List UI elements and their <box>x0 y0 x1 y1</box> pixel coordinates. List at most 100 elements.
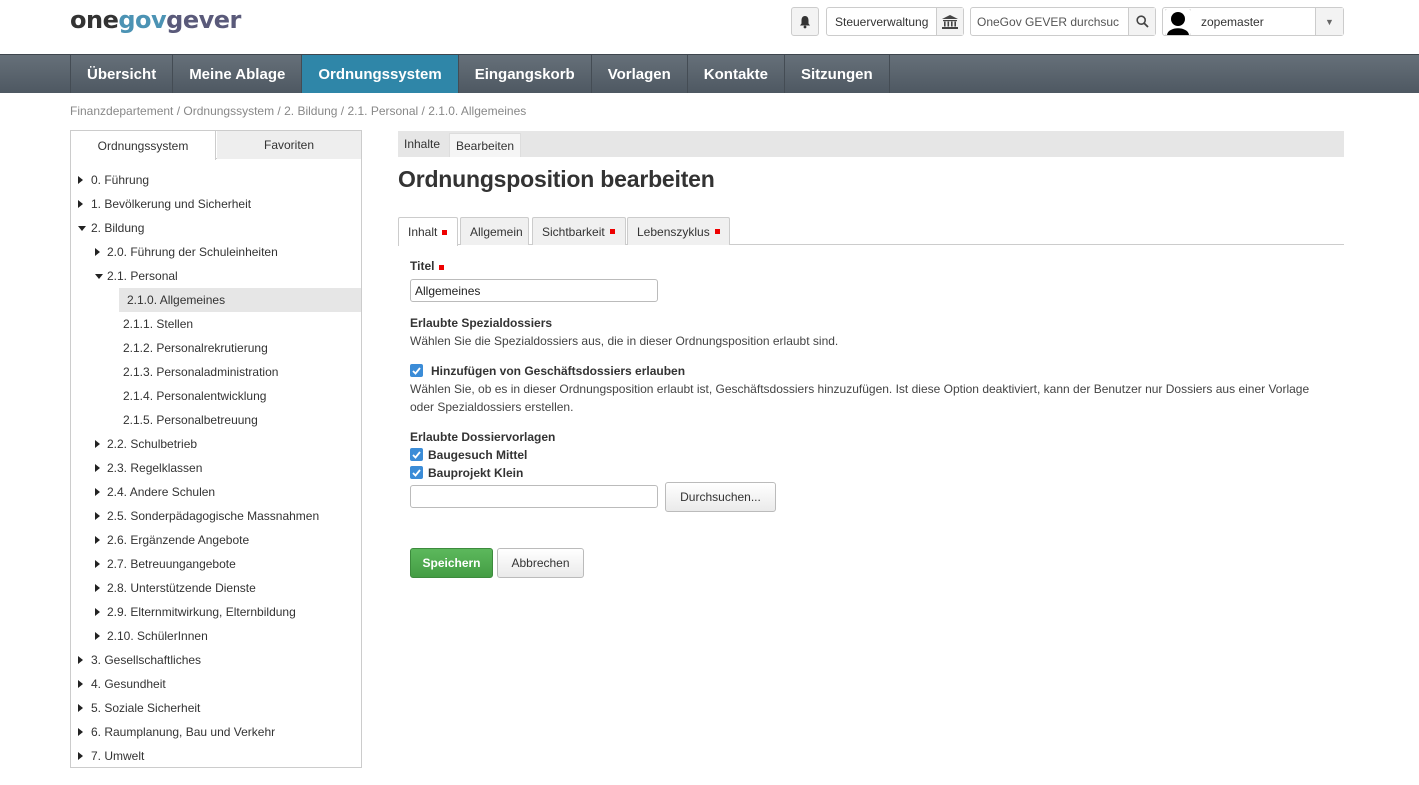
nav-ordnungssystem[interactable]: Ordnungssystem <box>302 55 459 93</box>
caret-right-icon[interactable] <box>95 512 100 520</box>
caret-right-icon[interactable] <box>95 632 100 640</box>
nav-kontakte[interactable]: Kontakte <box>688 55 785 93</box>
geschaeftsdossiers-help: Wählen Sie, ob es in dieser Ordnungsposi… <box>410 380 1330 416</box>
tree-node-label: 4. Gesundheit <box>91 677 166 691</box>
caret-down-icon[interactable] <box>78 226 86 231</box>
required-marker <box>439 265 445 270</box>
caret-right-icon[interactable] <box>95 464 100 472</box>
tree-node[interactable]: 2.1.4. Personalentwicklung <box>71 384 361 408</box>
tree-panel: Ordnungssystem Favoriten 0. Führung 1. Be… <box>70 130 362 768</box>
nav-eingangskorb[interactable]: Eingangskorb <box>459 55 592 93</box>
tree-node[interactable]: 5. Soziale Sicherheit <box>71 696 361 720</box>
tree-node[interactable]: 2. Bildung <box>71 216 361 240</box>
tab-inhalte[interactable]: Inhalte <box>398 131 446 157</box>
caret-right-icon[interactable] <box>78 200 83 208</box>
tree-node[interactable]: 2.1.2. Personalrekrutierung <box>71 336 361 360</box>
avatar <box>1165 8 1191 35</box>
tree-node[interactable]: 2.1.1. Stellen <box>71 312 361 336</box>
tree-node[interactable]: 2.9. Elternmitwirkung, Elternbildung <box>71 600 361 624</box>
tab-lebenszyklus[interactable]: Lebenszyklus <box>627 217 730 245</box>
search-button[interactable] <box>1128 8 1155 35</box>
tree-node[interactable]: 1. Bevölkerung und Sicherheit <box>71 192 361 216</box>
caret-right-icon[interactable] <box>78 752 83 760</box>
user-menu[interactable]: zopemaster ▼ <box>1162 7 1344 36</box>
browse-button[interactable]: Durchsuchen... <box>665 482 776 512</box>
tab-sichtbarkeit[interactable]: Sichtbarkeit <box>532 217 626 245</box>
nav-uebersicht[interactable]: Übersicht <box>71 55 174 93</box>
onegov-logo[interactable]: onegovgever <box>70 6 241 34</box>
checkmark-icon <box>412 366 421 375</box>
org-unit-selector[interactable]: Steuerverwaltung <box>826 7 964 36</box>
tree-node-label: 2.3. Regelklassen <box>107 461 203 475</box>
caret-right-icon[interactable] <box>95 440 100 448</box>
notifications-button[interactable] <box>791 7 819 36</box>
tree-node[interactable]: 2.1.5. Personalbetreuung <box>71 408 361 432</box>
nav-meine-ablage[interactable]: Meine Ablage <box>173 55 303 93</box>
user-name: zopemaster <box>1201 14 1264 29</box>
tree-node[interactable]: 2.5. Sonderpädagogische Massnahmen <box>71 504 361 528</box>
titel-input[interactable] <box>410 279 658 302</box>
tab-allgemein[interactable]: Allgemein <box>460 217 529 245</box>
tree-node-label: 2.9. Elternmitwirkung, Elternbildung <box>107 605 296 619</box>
caret-right-icon[interactable] <box>78 656 83 664</box>
vorlage-bauprojekt-label[interactable]: Bauprojekt Klein <box>428 466 523 480</box>
cancel-button[interactable]: Abbrechen <box>497 548 584 578</box>
tree-node-label: 2.0. Führung der Schuleinheiten <box>107 245 278 259</box>
required-marker <box>609 229 615 234</box>
nav-vorlagen[interactable]: Vorlagen <box>592 55 688 93</box>
tree-node[interactable]: 2.8. Unterstützende Dienste <box>71 576 361 600</box>
tab-label: Lebenszyklus <box>637 224 710 239</box>
tree-node[interactable]: 2.1. Personal <box>71 264 361 288</box>
caret-right-icon[interactable] <box>95 584 100 592</box>
tree-node[interactable]: 2.6. Ergänzende Angebote <box>71 528 361 552</box>
tree-node[interactable]: 2.10. SchülerInnen <box>71 624 361 648</box>
tree-node[interactable]: 0. Führung <box>71 168 361 192</box>
save-button[interactable]: Speichern <box>410 548 493 578</box>
tree-node[interactable]: 2.1.0. Allgemeines <box>119 288 361 312</box>
tab-favoriten[interactable]: Favoriten <box>217 131 361 159</box>
caret-right-icon[interactable] <box>78 176 83 184</box>
titel-label: Titel <box>410 259 445 273</box>
search-icon <box>1135 15 1149 28</box>
vorlage-bauprojekt-checkbox[interactable] <box>410 466 423 479</box>
caret-right-icon[interactable] <box>78 704 83 712</box>
caret-right-icon[interactable] <box>95 248 100 256</box>
tab-bearbeiten[interactable]: Bearbeiten <box>449 133 522 157</box>
caret-right-icon[interactable] <box>95 536 100 544</box>
vorlage-baugesuch-checkbox[interactable] <box>410 448 423 461</box>
caret-right-icon[interactable] <box>95 560 100 568</box>
tree-node-label: 2.1.4. Personalentwicklung <box>123 389 267 403</box>
geschaeftsdossiers-label[interactable]: Hinzufügen von Geschäftsdossiers erlaube… <box>431 364 685 378</box>
nav-sitzungen[interactable]: Sitzungen <box>785 55 890 93</box>
tree-node[interactable]: 4. Gesundheit <box>71 672 361 696</box>
tree-node[interactable]: 6. Raumplanung, Bau und Verkehr <box>71 720 361 744</box>
tree-node[interactable]: 2.1.3. Personaladministration <box>71 360 361 384</box>
tree-node[interactable]: 2.4. Andere Schulen <box>71 480 361 504</box>
tree-node[interactable]: 7. Umwelt <box>71 744 361 768</box>
search-input[interactable] <box>971 8 1128 35</box>
vorlage-baugesuch-label[interactable]: Baugesuch Mittel <box>428 448 527 462</box>
required-marker <box>442 229 448 235</box>
help-line: Wählen Sie, ob es in dieser Ordnungsposi… <box>410 382 1310 396</box>
tab-ordnungssystem[interactable]: Ordnungssystem <box>71 131 216 160</box>
caret-right-icon[interactable] <box>78 728 83 736</box>
tree-node-label: 5. Soziale Sicherheit <box>91 701 201 715</box>
tree-node[interactable]: 2.0. Führung der Schuleinheiten <box>71 240 361 264</box>
tree-node-label: 2.1.2. Personalrekrutierung <box>123 341 268 355</box>
logo-part-one: one <box>70 6 119 34</box>
chevron-down-icon: ▼ <box>1315 8 1343 35</box>
tree-node[interactable]: 2.2. Schulbetrieb <box>71 432 361 456</box>
dossiervorlage-search-input[interactable] <box>410 485 658 508</box>
caret-right-icon[interactable] <box>95 608 100 616</box>
geschaeftsdossiers-checkbox[interactable] <box>410 364 423 377</box>
main-navigation: Übersicht Meine Ablage Ordnungssystem Ei… <box>0 54 1419 93</box>
tree-node[interactable]: 2.3. Regelklassen <box>71 456 361 480</box>
tab-inhalt[interactable]: Inhalt <box>398 217 458 246</box>
caret-right-icon[interactable] <box>95 488 100 496</box>
caret-down-icon[interactable] <box>95 274 103 279</box>
breadcrumb[interactable]: Finanzdepartement / Ordnungssystem / 2. … <box>70 104 526 118</box>
tree-node[interactable]: 3. Gesellschaftliches <box>71 648 361 672</box>
caret-right-icon[interactable] <box>78 680 83 688</box>
tree-node[interactable]: 2.7. Betreuungangebote <box>71 552 361 576</box>
spezialdossiers-help: Wählen Sie die Spezialdossiers aus, die … <box>410 334 839 348</box>
